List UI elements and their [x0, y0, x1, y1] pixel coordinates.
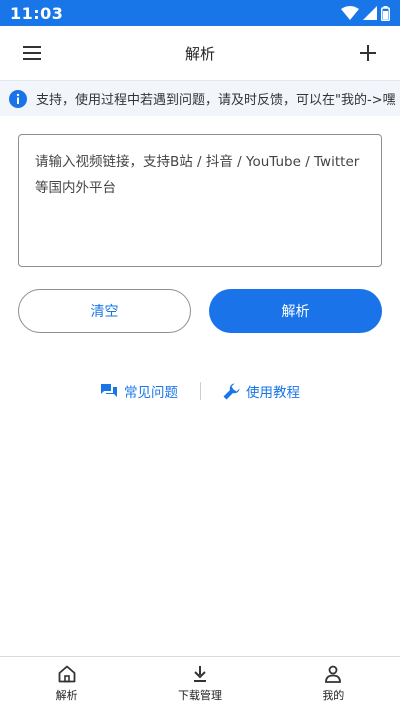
menu-button[interactable] — [20, 41, 44, 65]
url-input-container — [18, 134, 382, 267]
status-bar: 11:03 — [0, 0, 400, 26]
page-title: 解析 — [184, 44, 215, 63]
home-icon — [58, 665, 76, 683]
url-input[interactable] — [35, 149, 365, 252]
clear-button-label: 清空 — [90, 304, 119, 320]
nav-item-label: 我的 — [322, 689, 345, 702]
hamburger-menu-icon — [23, 46, 41, 60]
add-button[interactable] — [356, 41, 380, 65]
app-bar: 解析 — [0, 26, 400, 80]
notice-banner: 支持，使用过程中若遇到问题，请及时反馈，可以在"我的->嘿 — [0, 80, 400, 116]
tutorial-link-label: 使用教程 — [246, 385, 300, 401]
faq-link-label: 常见问题 — [124, 385, 178, 401]
nav-item-label: 解析 — [55, 689, 78, 702]
chat-bubbles-icon — [101, 384, 117, 397]
status-time: 11:03 — [10, 3, 64, 23]
clear-button[interactable]: 清空 — [18, 289, 191, 333]
links-divider — [200, 382, 201, 400]
help-links: 常见问题 使用教程 — [0, 378, 400, 404]
faq-link[interactable]: 常见问题 — [100, 381, 178, 401]
info-icon — [9, 89, 27, 108]
nav-item-profile[interactable]: 我的 — [267, 657, 400, 711]
plus-icon — [360, 45, 376, 61]
download-icon — [193, 666, 206, 682]
bottom-navigation: 解析 下载管理 我的 — [0, 656, 400, 711]
wrench-icon — [223, 383, 240, 399]
nav-item-downloads[interactable]: 下载管理 — [133, 657, 266, 711]
parse-button[interactable]: 解析 — [209, 289, 382, 333]
notice-text: 支持，使用过程中若遇到问题，请及时反馈，可以在"我的->嘿 — [36, 93, 396, 108]
parse-button-label: 解析 — [281, 304, 310, 320]
signal-icon — [363, 6, 377, 20]
profile-icon — [325, 665, 342, 683]
wifi-icon — [341, 6, 359, 20]
tutorial-link[interactable]: 使用教程 — [223, 381, 300, 401]
nav-item-parse[interactable]: 解析 — [0, 657, 133, 711]
nav-item-label: 下载管理 — [177, 689, 222, 702]
status-icons — [341, 5, 390, 21]
battery-icon — [381, 5, 390, 21]
